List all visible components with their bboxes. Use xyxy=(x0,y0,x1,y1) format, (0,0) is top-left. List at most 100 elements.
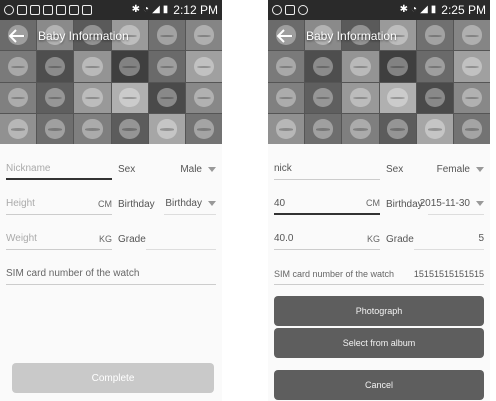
birthday-label: Birthday xyxy=(118,198,155,210)
child-photo xyxy=(453,113,490,144)
child-photo xyxy=(268,82,305,113)
child-photo xyxy=(111,82,148,113)
select-from-album-button[interactable]: Select from album xyxy=(274,328,484,358)
birthday-value: Birthday xyxy=(165,198,202,209)
status-time: 2:25 PM xyxy=(441,3,486,17)
notification-icon xyxy=(272,5,282,15)
caret-down-icon xyxy=(208,166,216,172)
form-row-nickname-sex: nick Sex Female xyxy=(274,154,484,184)
sim-number-input[interactable]: SIM card number of the watch xyxy=(6,263,216,285)
cancel-button[interactable]: Cancel xyxy=(274,370,484,400)
child-photo xyxy=(148,113,185,144)
notification-icon xyxy=(82,5,92,15)
nickname-placeholder: Nickname xyxy=(6,162,51,174)
battery-icon: ▮ xyxy=(430,4,437,15)
child-photo xyxy=(416,82,453,113)
height-unit: CM xyxy=(98,198,112,209)
page-title: Baby Information xyxy=(306,29,397,43)
child-photo xyxy=(0,113,37,144)
child-photo xyxy=(148,51,185,82)
sex-dropdown[interactable]: Male xyxy=(156,158,216,180)
height-value: 40 xyxy=(274,197,286,209)
system-icons: ✱ ◔ ◢ ▮ 2:25 PM xyxy=(400,3,486,17)
birthday-label: Birthday xyxy=(386,198,423,210)
notification-icon xyxy=(69,5,79,15)
caret-down-icon xyxy=(476,166,484,172)
sex-dropdown[interactable]: Female xyxy=(424,158,484,180)
bluetooth-icon: ✱ xyxy=(131,4,141,15)
baby-info-form: nick Sex Female 40 CM Birthday 2015-11-3… xyxy=(274,154,484,294)
nickname-input[interactable]: Nickname xyxy=(6,158,112,180)
child-photo xyxy=(305,113,342,144)
child-photo xyxy=(185,82,222,113)
child-photo xyxy=(0,82,37,113)
nickname-value: nick xyxy=(274,163,292,174)
notification-icon xyxy=(30,5,40,15)
status-bar: ✱ ◔ ◢ ▮ 2:12 PM xyxy=(0,0,222,20)
page-title: Baby Information xyxy=(38,29,129,43)
weight-input[interactable]: 40.0 KG xyxy=(274,228,380,250)
child-photo xyxy=(453,82,490,113)
child-photo xyxy=(268,51,305,82)
baby-info-form: Nickname Sex Male Height CM Birthday Bir… xyxy=(6,154,216,294)
app-bar: Baby Information xyxy=(268,22,490,50)
photograph-button[interactable]: Photograph xyxy=(274,296,484,326)
wifi-icon: ◔ xyxy=(411,4,418,15)
sex-label: Sex xyxy=(386,163,404,175)
form-row-sim: SIM card number of the watch 15151515151… xyxy=(274,259,484,289)
height-input[interactable]: 40 CM xyxy=(274,193,380,215)
grade-label: Grade xyxy=(118,233,146,245)
grade-input[interactable] xyxy=(146,228,216,250)
child-photo xyxy=(379,113,416,144)
status-bar: ✱ ◔ ◢ ▮ 2:25 PM xyxy=(268,0,490,20)
back-arrow-icon[interactable] xyxy=(274,25,296,47)
child-photo xyxy=(268,113,305,144)
sim-value: 15151515151515 xyxy=(413,268,484,279)
phone-screen-empty-form: ✱ ◔ ◢ ▮ 2:12 PM Baby Information Nicknam… xyxy=(0,0,222,401)
child-photo xyxy=(379,51,416,82)
child-photo xyxy=(74,51,111,82)
bluetooth-icon: ✱ xyxy=(399,4,409,15)
form-row-nickname-sex: Nickname Sex Male xyxy=(6,154,216,184)
sim-placeholder: SIM card number of the watch xyxy=(6,268,140,279)
battery-icon: ▮ xyxy=(162,4,169,15)
caret-down-icon xyxy=(208,201,216,206)
weight-placeholder: Weight xyxy=(6,233,37,244)
wifi-icon: ◔ xyxy=(143,4,150,15)
child-photo xyxy=(111,51,148,82)
child-photo xyxy=(342,82,379,113)
form-row-weight-grade: 40.0 KG Grade 5 xyxy=(274,224,484,254)
form-row-weight-grade: Weight KG Grade xyxy=(6,224,216,254)
child-photo xyxy=(342,51,379,82)
child-photo xyxy=(305,51,342,82)
grade-input[interactable]: 5 xyxy=(414,228,484,250)
birthday-value: 2015-11-30 xyxy=(419,198,470,209)
height-unit: CM xyxy=(366,198,380,208)
weight-value: 40.0 xyxy=(274,233,294,244)
nickname-input[interactable]: nick xyxy=(274,158,380,180)
birthday-picker[interactable]: 2015-11-30 xyxy=(420,193,484,215)
child-photo xyxy=(37,82,74,113)
height-input[interactable]: Height CM xyxy=(6,193,112,215)
child-photo xyxy=(74,113,111,144)
sex-value: Female xyxy=(436,163,470,175)
birthday-picker[interactable]: Birthday xyxy=(164,193,216,215)
sim-number-input[interactable]: SIM card number of the watch 15151515151… xyxy=(274,263,484,285)
back-arrow-icon[interactable] xyxy=(6,25,28,47)
weight-input[interactable]: Weight KG xyxy=(6,228,112,250)
child-photo xyxy=(416,51,453,82)
signal-icon: ◢ xyxy=(420,4,428,15)
complete-button[interactable]: Complete xyxy=(12,363,214,393)
child-photo xyxy=(37,51,74,82)
notification-icon xyxy=(298,5,308,15)
form-row-height-birthday: 40 CM Birthday 2015-11-30 xyxy=(274,189,484,219)
notification-icon xyxy=(43,5,53,15)
child-photo xyxy=(416,113,453,144)
child-photo xyxy=(148,82,185,113)
weight-unit: KG xyxy=(98,233,112,244)
child-photo xyxy=(74,82,111,113)
notification-icon xyxy=(4,5,14,15)
child-photo xyxy=(111,113,148,144)
child-photo xyxy=(0,51,37,82)
sex-value: Male xyxy=(180,163,202,175)
